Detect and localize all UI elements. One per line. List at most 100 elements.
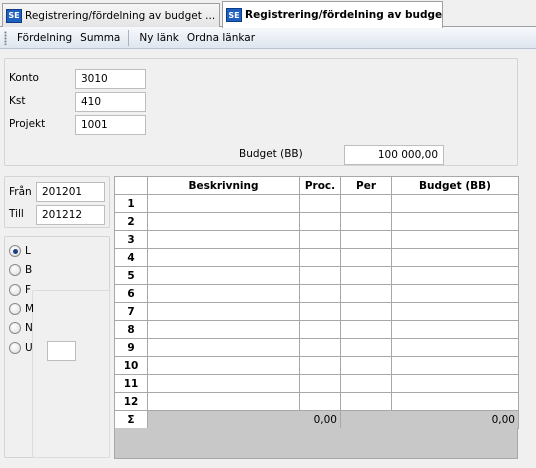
radio-icon <box>9 264 21 276</box>
toolbar-grip[interactable] <box>4 30 7 45</box>
beskrivning-cell[interactable] <box>147 212 300 231</box>
budget-cell[interactable] <box>391 284 519 303</box>
row-number[interactable]: 6 <box>114 284 148 303</box>
radio-icon <box>9 303 21 315</box>
row-number[interactable]: 10 <box>114 356 148 375</box>
summa-button[interactable]: Summa <box>76 29 124 47</box>
beskrivning-cell[interactable] <box>147 194 300 213</box>
proc-cell[interactable] <box>299 284 341 303</box>
budget-cell[interactable] <box>391 320 519 339</box>
per-cell[interactable] <box>340 338 392 357</box>
radio-icon <box>9 284 21 296</box>
per-cell[interactable] <box>340 266 392 285</box>
proc-cell[interactable] <box>299 302 341 321</box>
radio-m[interactable]: M <box>9 303 34 315</box>
beskrivning-cell[interactable] <box>147 248 300 267</box>
row-number[interactable]: 12 <box>114 392 148 411</box>
till-field[interactable]: 201212 <box>36 205 105 225</box>
budget-cell[interactable] <box>391 356 519 375</box>
per-cell[interactable] <box>340 392 392 411</box>
proc-cell[interactable] <box>299 194 341 213</box>
ordna-lankar-button[interactable]: Ordna länkar <box>183 29 259 47</box>
tab-registrering-2[interactable]: SE Registrering/fördelning av budge... <box>222 1 443 28</box>
beskrivning-cell[interactable] <box>147 230 300 249</box>
radio-label: M <box>25 303 35 315</box>
radio-f[interactable]: F <box>9 284 31 296</box>
proc-cell[interactable] <box>299 320 341 339</box>
radio-n[interactable]: N <box>9 322 33 334</box>
beskrivning-cell[interactable] <box>147 392 300 411</box>
row-number[interactable]: 7 <box>114 302 148 321</box>
proc-cell[interactable] <box>299 266 341 285</box>
per-cell[interactable] <box>340 230 392 249</box>
budget-cell[interactable] <box>391 392 519 411</box>
budget-cell[interactable] <box>391 194 519 213</box>
fordelning-button[interactable]: Fördelning <box>13 29 76 47</box>
row-number[interactable]: 2 <box>114 212 148 231</box>
proc-cell[interactable] <box>299 374 341 393</box>
fran-field[interactable]: 201201 <box>36 182 105 202</box>
proc-cell[interactable] <box>299 230 341 249</box>
radio-b[interactable]: B <box>9 264 32 276</box>
konto-field[interactable]: 3010 <box>75 69 146 89</box>
u-value-field[interactable] <box>47 341 76 361</box>
projekt-field[interactable]: 1001 <box>75 115 146 135</box>
radio-l[interactable]: L <box>9 245 31 257</box>
row-number[interactable]: 8 <box>114 320 148 339</box>
radio-u[interactable]: U <box>9 342 33 354</box>
beskrivning-cell[interactable] <box>147 266 300 285</box>
per-cell[interactable] <box>340 212 392 231</box>
proc-cell[interactable] <box>299 392 341 411</box>
budget-cell[interactable] <box>391 338 519 357</box>
per-cell[interactable] <box>340 320 392 339</box>
per-cell[interactable] <box>340 356 392 375</box>
proc-cell[interactable] <box>299 356 341 375</box>
tab-strip: SE Registrering/fördelning av budget ...… <box>0 0 536 28</box>
grid-empty-area <box>114 428 518 459</box>
per-cell[interactable] <box>340 284 392 303</box>
row-number[interactable]: 4 <box>114 248 148 267</box>
beskrivning-cell[interactable] <box>147 284 300 303</box>
se-app-icon: SE <box>226 8 242 22</box>
budget-cell[interactable] <box>391 248 519 267</box>
beskrivning-cell[interactable] <box>147 320 300 339</box>
radio-icon <box>9 342 21 354</box>
col-header-budget[interactable]: Budget (BB) <box>391 176 519 195</box>
budget-cell[interactable] <box>391 302 519 321</box>
radio-selected-icon <box>9 245 21 257</box>
col-header-proc[interactable]: Proc. <box>299 176 341 195</box>
budget-cell[interactable] <box>391 266 519 285</box>
proc-cell[interactable] <box>299 338 341 357</box>
row-number[interactable]: 11 <box>114 374 148 393</box>
beskrivning-cell[interactable] <box>147 356 300 375</box>
tab-registrering-1[interactable]: SE Registrering/fördelning av budget ... <box>2 3 220 27</box>
proc-cell[interactable] <box>299 212 341 231</box>
row-number[interactable]: 3 <box>114 230 148 249</box>
kst-field[interactable]: 410 <box>75 92 146 112</box>
col-header-beskrivning[interactable]: Beskrivning <box>147 176 300 195</box>
beskrivning-cell[interactable] <box>147 374 300 393</box>
ny-lank-button[interactable]: Ny länk <box>135 29 183 47</box>
per-cell[interactable] <box>340 374 392 393</box>
budget-cell[interactable] <box>391 230 519 249</box>
proc-cell[interactable] <box>299 248 341 267</box>
sum-row: Σ 0,00 0,00 <box>114 410 519 429</box>
tab-label: Registrering/fördelning av budget ... <box>25 9 216 22</box>
beskrivning-cell[interactable] <box>147 338 300 357</box>
row-number[interactable]: 9 <box>114 338 148 357</box>
toolbar: Fördelning Summa Ny länk Ordna länkar <box>0 27 536 49</box>
budget-field[interactable]: 100 000,00 <box>344 145 444 165</box>
row-number[interactable]: 5 <box>114 266 148 285</box>
row-number[interactable]: 1 <box>114 194 148 213</box>
distribution-grid: Beskrivning Proc. Per Budget (BB) 123456… <box>114 176 519 429</box>
per-cell[interactable] <box>340 248 392 267</box>
table-row: 12 <box>114 392 519 411</box>
per-cell[interactable] <box>340 194 392 213</box>
col-header-per[interactable]: Per <box>340 176 392 195</box>
table-row: 9 <box>114 338 519 357</box>
budget-cell[interactable] <box>391 374 519 393</box>
fran-label: Från <box>9 186 32 198</box>
beskrivning-cell[interactable] <box>147 302 300 321</box>
budget-cell[interactable] <box>391 212 519 231</box>
per-cell[interactable] <box>340 302 392 321</box>
